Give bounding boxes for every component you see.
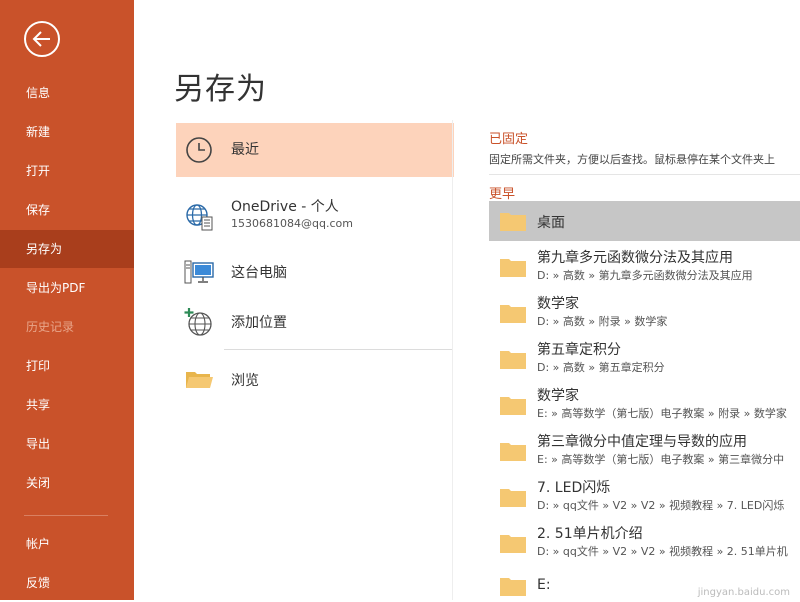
onedrive-globe-icon <box>186 204 213 231</box>
pinned-note: 固定所需文件夹，方便以后查找。鼠标悬停在某个文件夹上 <box>489 153 775 166</box>
folder-name: E: <box>537 577 551 593</box>
nav-info[interactable]: 信息 <box>0 74 134 112</box>
location-label: 最近 <box>231 142 259 158</box>
nav-export[interactable]: 导出 <box>0 425 134 463</box>
folder-path: D: » qq文件 » V2 » V2 » 视频教程 » 2. 51单片机 <box>537 545 788 558</box>
folder-path: E: » 高等数学（第七版）电子教案 » 第三章微分中 <box>537 453 785 466</box>
folder-icon <box>500 213 526 231</box>
nav-save[interactable]: 保存 <box>0 191 134 229</box>
nav-open[interactable]: 打开 <box>0 152 134 190</box>
folder-icon <box>500 259 526 277</box>
location-browse[interactable]: 浏览 <box>176 352 454 406</box>
folder-icon <box>500 489 526 507</box>
nav-save-as[interactable]: 另存为 <box>0 230 134 268</box>
location-label: 这台电脑 <box>231 265 287 281</box>
page-title: 另存为 <box>174 72 267 107</box>
folder-item[interactable]: 数学家 D: » 高数 » 附录 » 数学家 <box>489 291 800 337</box>
folder-path: D: » 高数 » 附录 » 数学家 <box>537 315 668 328</box>
location-recent[interactable]: 最近 <box>176 123 454 177</box>
folder-icon <box>500 305 526 323</box>
folder-name: 桌面 <box>537 215 565 231</box>
folder-name: 7. LED闪烁 <box>537 480 611 496</box>
folder-icon <box>500 351 526 369</box>
folder-name: 数学家 <box>537 388 579 404</box>
nav-history: 历史记录 <box>26 320 75 334</box>
folder-icon <box>500 397 526 415</box>
nav-feedback[interactable]: 反馈 <box>0 564 134 602</box>
folder-item[interactable]: 桌面 <box>489 201 800 241</box>
location-label: OneDrive - 个人 <box>231 199 339 215</box>
folder-icon <box>500 578 526 596</box>
folder-path: D: » qq文件 » V2 » V2 » 视频教程 » 7. LED闪烁 <box>537 499 785 512</box>
nav-export-pdf[interactable]: 导出为PDF <box>0 269 134 307</box>
watermark: jingyan.baidu.com <box>697 587 790 598</box>
folder-item[interactable]: 第三章微分中值定理与导数的应用 E: » 高等数学（第七版）电子教案 » 第三章… <box>489 429 800 475</box>
nav-account[interactable]: 帐户 <box>0 525 134 563</box>
folder-item[interactable]: 数学家 E: » 高等数学（第七版）电子教案 » 附录 » 数学家 <box>489 383 800 429</box>
column-divider <box>452 120 453 600</box>
folder-path: E: » 高等数学（第七版）电子教案 » 附录 » 数学家 <box>537 407 787 420</box>
save-as-panel: 另存为 最近 OneDrive - 个人 1530681084@qq.com 这… <box>134 0 800 600</box>
location-this-pc[interactable]: 这台电脑 <box>176 245 454 299</box>
folder-name: 2. 51单片机介绍 <box>537 526 643 542</box>
folder-item[interactable]: 7. LED闪烁 D: » qq文件 » V2 » V2 » 视频教程 » 7.… <box>489 475 800 521</box>
folder-icon <box>500 443 526 461</box>
folder-name: 数学家 <box>537 296 579 312</box>
folder-item[interactable]: 第九章多元函数微分法及其应用 D: » 高数 » 第九章多元函数微分法及其应用 <box>489 245 800 291</box>
folder-path: D: » 高数 » 第九章多元函数微分法及其应用 <box>537 269 753 282</box>
backstage-sidebar: 信息 新建 打开 保存 另存为 导出为PDF 历史记录 打印 共享 导出 关闭 … <box>0 0 134 600</box>
nav-share[interactable]: 共享 <box>0 386 134 424</box>
folder-path: D: » 高数 » 第五章定积分 <box>537 361 665 374</box>
back-arrow-icon <box>32 31 50 47</box>
section-divider <box>489 174 800 175</box>
folder-name: 第三章微分中值定理与导数的应用 <box>537 434 747 450</box>
earlier-heading: 更早 <box>489 187 516 202</box>
location-divider <box>224 349 453 350</box>
pinned-heading: 已固定 <box>489 132 529 147</box>
location-add-place[interactable]: 添加位置 <box>176 295 454 349</box>
add-globe-icon <box>184 308 212 336</box>
location-account: 1530681084@qq.com <box>231 217 353 230</box>
folder-name: 第九章多元函数微分法及其应用 <box>537 250 733 266</box>
folder-item[interactable]: 第五章定积分 D: » 高数 » 第五章定积分 <box>489 337 800 383</box>
location-label: 浏览 <box>231 373 259 389</box>
back-button[interactable] <box>24 21 60 57</box>
nav-new[interactable]: 新建 <box>0 113 134 151</box>
folder-item[interactable]: 2. 51单片机介绍 D: » qq文件 » V2 » V2 » 视频教程 » … <box>489 521 800 567</box>
location-onedrive[interactable]: OneDrive - 个人 1530681084@qq.com <box>176 190 454 244</box>
clock-icon <box>186 137 212 163</box>
folder-icon <box>500 535 526 553</box>
computer-icon <box>184 260 214 284</box>
folder-name: 第五章定积分 <box>537 342 621 358</box>
nav-divider <box>24 515 108 516</box>
folder-open-icon <box>186 372 213 388</box>
nav-close[interactable]: 关闭 <box>0 464 134 502</box>
location-label: 添加位置 <box>231 315 287 331</box>
nav-print[interactable]: 打印 <box>0 347 134 385</box>
